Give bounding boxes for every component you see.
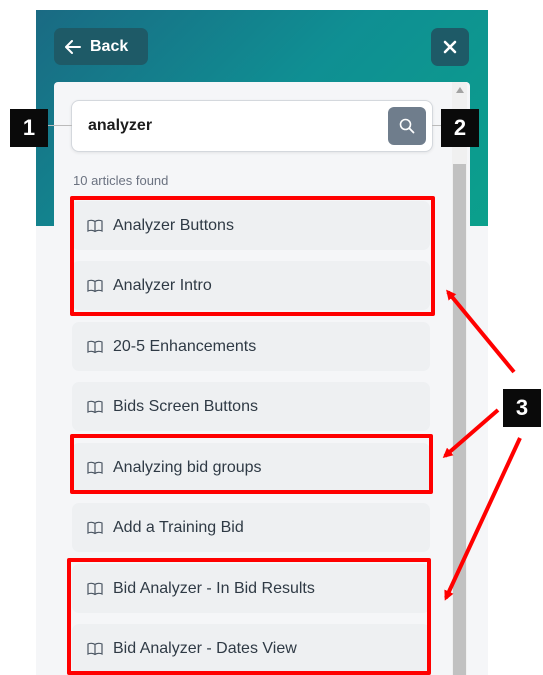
article-item-bids-screen-buttons[interactable]: Bids Screen Buttons [72,382,430,431]
search-box [71,100,433,152]
book-icon [87,340,103,353]
scrollbar-thumb[interactable] [453,164,466,675]
article-title: 20-5 Enhancements [113,337,257,355]
search-icon [399,118,415,134]
results-count: 10 articles found [73,173,169,188]
callout-2-connector [432,125,441,126]
article-title: Add a Training Bid [113,518,244,536]
close-button[interactable] [431,28,469,66]
scroll-up-arrow[interactable] [452,82,467,97]
article-item-20-5-enhancements[interactable]: 20-5 Enhancements [72,322,430,371]
highlight-box-analyzing-bid-groups [70,434,433,494]
highlight-box-analyzer-buttons-intro [70,196,435,316]
search-input[interactable] [82,109,394,143]
close-icon [443,40,457,54]
back-button[interactable]: Back [54,28,148,65]
arrow-left-icon [65,39,81,54]
callout-3: 3 [503,389,541,427]
callout-2: 2 [441,109,479,147]
scrollbar[interactable] [452,82,467,675]
highlight-box-bid-analyzer-articles [67,558,431,675]
back-label: Back [90,37,129,55]
callout-1: 1 [10,109,48,147]
article-item-add-a-training-bid[interactable]: Add a Training Bid [72,503,430,552]
book-icon [87,400,103,413]
article-title: Bids Screen Buttons [113,397,258,415]
book-icon [87,521,103,534]
callout-1-connector [48,125,72,126]
triangle-up-icon [455,86,464,93]
search-button[interactable] [388,107,426,145]
